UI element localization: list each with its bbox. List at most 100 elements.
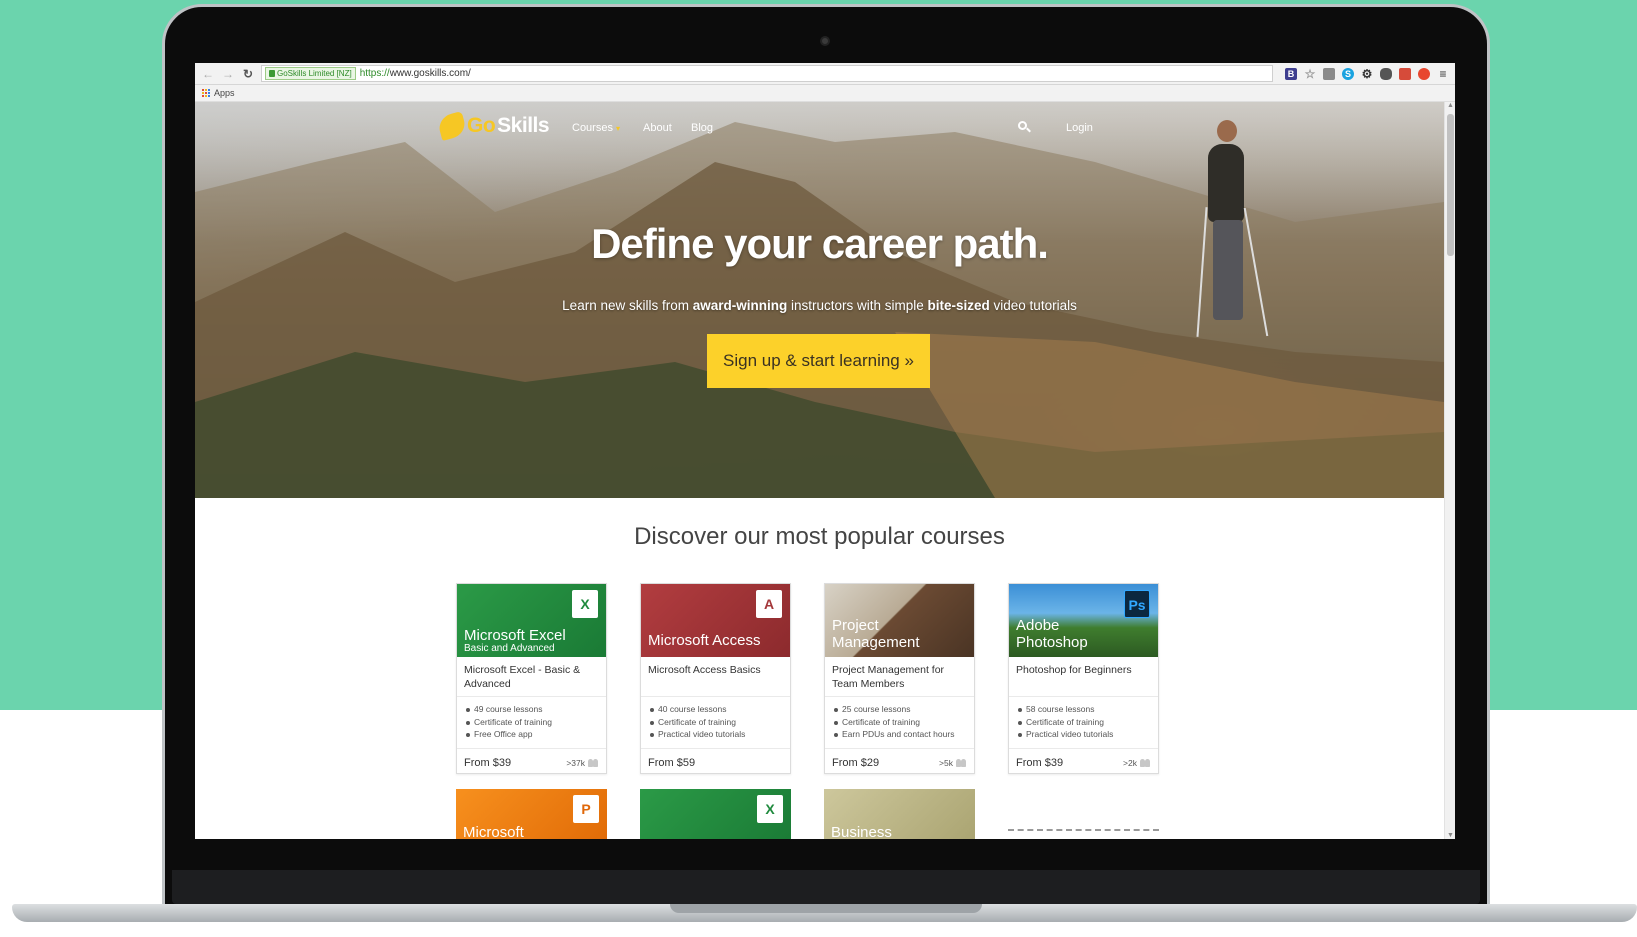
card-banner-title: Microsoft Excel [464,627,566,644]
course-card-powerpoint[interactable]: P Microsoft [456,789,607,839]
lock-icon [269,70,275,77]
feature-item: 49 course lessons [464,703,599,716]
course-card-photoshop[interactable]: Ps Adobe Photoshop Photoshop for Beginne… [1008,583,1159,774]
secure-label: GoSkills Limited [NZ] [277,68,352,78]
powerpoint-icon: P [573,795,599,823]
chevron-down-icon: ▾ [615,124,620,133]
card-banner: A Microsoft Access [641,584,790,657]
feature-list: 40 course lessons Certificate of trainin… [641,697,790,749]
course-card-access[interactable]: A Microsoft Access Microsoft Access Basi… [640,583,791,774]
goskills-logo[interactable]: Go Skills [436,111,550,141]
notification-icon[interactable] [1418,67,1430,80]
course-title[interactable]: Microsoft Excel - Basic & Advanced [457,657,606,697]
scroll-down-icon[interactable]: ▼ [1447,832,1454,839]
hiker-body [1208,144,1244,222]
enrolment-count: >2k [1123,758,1151,768]
nav-about[interactable]: About [643,122,672,134]
page-viewport: Go Skills Courses ▾ About Blog Login Defin… [195,102,1455,839]
course-title[interactable]: Photoshop for Beginners [1009,657,1158,697]
secure-badge[interactable]: GoSkills Limited [NZ] [265,67,356,80]
nav-courses[interactable]: Courses ▾ [572,122,620,134]
evernote-icon[interactable] [1380,67,1392,80]
enrolment-count: >37k [566,758,599,768]
scroll-thumb[interactable] [1447,114,1454,256]
extension-icons: B ☆ S ⚙ ≡ [1279,67,1449,80]
eyedropper-icon[interactable] [1323,67,1335,80]
enrolment-count: >5k [939,758,967,768]
card-banner: Ps Adobe Photoshop [1009,584,1158,657]
scroll-up-icon[interactable]: ▲ [1447,102,1454,109]
nav-login[interactable]: Login [1066,122,1093,134]
price: From $39 [464,757,512,769]
apps-icon[interactable] [201,89,210,98]
course-card-excel-2[interactable]: X [640,789,791,839]
forward-icon[interactable]: → [221,67,235,81]
course-card-excel[interactable]: X Microsoft Excel Basic and Advanced Mic… [456,583,607,774]
feature-item: Certificate of training [648,716,783,729]
course-title[interactable]: Project Management for Team Members [825,657,974,697]
hero-title: Define your career path. [591,220,1049,267]
card-banner: X Microsoft Excel Basic and Advanced [457,584,606,657]
bookmarks-bar: Apps [195,85,1455,102]
scrollbar[interactable]: ▲ ▼ [1444,102,1455,839]
gear-icon[interactable]: ⚙ [1361,68,1373,80]
card-footer: From $39 >2k [1009,749,1158,777]
people-icon [1140,759,1151,767]
reload-icon[interactable]: ↻ [241,67,255,81]
course-card-project-management[interactable]: Project Management Project Management fo… [824,583,975,774]
excel-icon: X [572,590,598,618]
card-banner-title: Project Management [832,617,920,651]
price: From $59 [648,757,696,769]
card-banner-title: Microsoft Access [648,632,761,649]
card-banner-title: Adobe Photoshop [1016,617,1088,651]
signup-button[interactable]: Sign up & start learning » [707,334,930,388]
skype-icon[interactable]: S [1342,67,1354,80]
address-bar[interactable]: GoSkills Limited [NZ] https://www.goskil… [261,65,1273,82]
extension-red-icon[interactable] [1399,67,1411,80]
price: From $29 [832,757,880,769]
logo-skills: Skills [497,114,550,137]
course-title[interactable]: Microsoft Access Basics [641,657,790,697]
logo-go: Go [467,114,496,137]
feature-item: Certificate of training [1016,716,1151,729]
feature-item: Earn PDUs and contact hours [832,728,967,741]
feature-item: Free Office app [464,728,599,741]
camera-icon [820,36,830,46]
logo-mark-icon [436,111,468,141]
card-banner: P Microsoft [456,789,607,839]
feature-list: 49 course lessons Certificate of trainin… [457,697,606,749]
excel-icon: X [757,795,783,823]
feature-item: Practical video tutorials [648,728,783,741]
card-banner: X [640,789,791,839]
price: From $39 [1016,757,1064,769]
browser-window: ← → ↻ GoSkills Limited [NZ] https://www.… [195,63,1455,839]
photoshop-icon: Ps [1124,590,1150,618]
card-banner-title: Business [831,824,892,839]
site-navbar: Go Skills Courses ▾ About Blog Login [195,111,1444,144]
laptop-bezel [172,870,1480,904]
back-icon[interactable]: ← [201,67,215,81]
nav-blog[interactable]: Blog [691,122,713,134]
star-icon[interactable]: ☆ [1304,68,1316,80]
feature-item: Certificate of training [832,716,967,729]
feature-item: Certificate of training [464,716,599,729]
people-icon [956,759,967,767]
card-footer: From $59 [641,749,790,777]
hero-section: Go Skills Courses ▾ About Blog Login Defin… [195,102,1444,498]
feature-list: 25 course lessons Certificate of trainin… [825,697,974,749]
bookmark-apps[interactable]: Apps [214,88,235,98]
search-icon[interactable] [1018,121,1031,133]
menu-icon[interactable]: ≡ [1437,68,1449,80]
bookmark-b-icon[interactable]: B [1285,67,1297,80]
feature-item: 40 course lessons [648,703,783,716]
people-icon [588,759,599,767]
hero-subtitle: Learn new skills from award-winning inst… [562,298,1077,313]
feature-item: 25 course lessons [832,703,967,716]
course-card-business[interactable]: Business [824,789,975,839]
card-banner-subtitle: Basic and Advanced [464,643,555,654]
feature-item: Practical video tutorials [1016,728,1151,741]
feature-list: 58 course lessons Certificate of trainin… [1009,697,1158,749]
card-banner: Project Management [825,584,974,657]
card-banner: Business [824,789,975,839]
laptop-notch [670,904,982,913]
